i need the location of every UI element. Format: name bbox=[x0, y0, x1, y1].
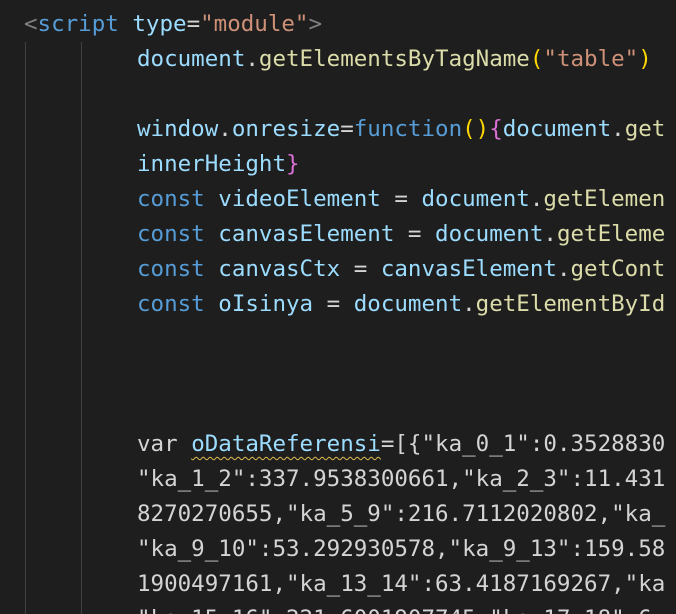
token-string: "table" bbox=[543, 46, 639, 72]
token-function: getCont bbox=[570, 256, 666, 282]
token-dot: . bbox=[218, 116, 232, 142]
token-keyword: var bbox=[137, 431, 178, 457]
token-identifier: canvasElement bbox=[218, 221, 395, 247]
token-identifier: document bbox=[353, 291, 463, 317]
token-string: "module" bbox=[200, 11, 309, 37]
token-bracket: > bbox=[308, 11, 323, 37]
token-keyword: const bbox=[137, 186, 205, 212]
token-paren: ( bbox=[529, 46, 544, 72]
token-equals: = bbox=[186, 11, 201, 37]
token-equals: = bbox=[340, 116, 354, 142]
token-brace: } bbox=[286, 151, 300, 177]
token-function: getElementsByTagName bbox=[258, 46, 530, 72]
token-equals: = bbox=[394, 221, 436, 247]
code-line-17[interactable]: 1900497161,"ka_13_14":63.4187169267,"ka bbox=[0, 567, 676, 602]
token-attribute: type bbox=[132, 11, 187, 37]
token-identifier: oIsinya bbox=[218, 291, 314, 317]
token-data: 8270270655,"ka_5_9":216.7112020802,"ka_ bbox=[137, 501, 666, 527]
token-equals: = bbox=[380, 186, 422, 212]
token-identifier: document bbox=[137, 46, 246, 72]
token-keyword: const bbox=[137, 256, 205, 282]
code-line-11[interactable] bbox=[0, 357, 676, 392]
code-line-7[interactable]: const canvasElement = document.getEleme bbox=[0, 217, 676, 252]
token-dot: . bbox=[245, 46, 259, 72]
token-identifier: canvasCtx bbox=[218, 256, 341, 282]
code-line-9[interactable]: const oIsinya = document.getElementById bbox=[0, 287, 676, 322]
token-identifier: document bbox=[435, 221, 544, 247]
token-keyword: const bbox=[137, 221, 205, 247]
token-dot: . bbox=[556, 256, 571, 282]
token-equals: = bbox=[313, 291, 354, 317]
token-bracket: < bbox=[24, 11, 38, 37]
token-data: "ka_15_16":221.6001907745,"ka_17_18":6 bbox=[137, 606, 652, 614]
token-data: "ka_1_2":337.9538300661,"ka_2_3":11.431 bbox=[137, 466, 666, 492]
token-brace: { bbox=[489, 116, 503, 142]
code-line-18[interactable]: "ka_15_16":221.6001907745,"ka_17_18":6 bbox=[0, 602, 676, 614]
token-property: innerHeight bbox=[137, 151, 287, 177]
token-data: =[{"ka_0_1":0.3528830 bbox=[380, 431, 666, 457]
token-dot: . bbox=[543, 221, 557, 247]
code-line-14[interactable]: "ka_1_2":337.9538300661,"ka_2_3":11.431 bbox=[0, 462, 676, 497]
token-dot: . bbox=[611, 116, 625, 142]
token-function: getElemen bbox=[543, 186, 666, 212]
token-keyword: const bbox=[137, 291, 205, 317]
token-tag: script bbox=[37, 11, 119, 37]
token-paren: () bbox=[462, 116, 490, 142]
token-keyword: function bbox=[353, 116, 463, 142]
code-line-16[interactable]: "ka_9_10":53.292930578,"ka_9_13":159.58 bbox=[0, 532, 676, 567]
token-data: "ka_9_10":53.292930578,"ka_9_13":159.58 bbox=[137, 536, 666, 562]
token-identifier: document bbox=[421, 186, 530, 212]
token-identifier: videoElement bbox=[218, 186, 381, 212]
code-line-2[interactable]: document.getElementsByTagName("table") bbox=[0, 42, 676, 77]
code-line-3[interactable] bbox=[0, 77, 676, 112]
code-line-15[interactable]: 8270270655,"ka_5_9":216.7112020802,"ka_ bbox=[0, 497, 676, 532]
token-function: getEleme bbox=[556, 221, 666, 247]
code-line-1[interactable]: <script type="module"> bbox=[0, 7, 676, 42]
token-paren: ) bbox=[638, 46, 652, 72]
token-dot: . bbox=[462, 291, 476, 317]
code-line-12[interactable] bbox=[0, 392, 676, 427]
token-identifier: window bbox=[137, 116, 219, 142]
token-property: onresize bbox=[231, 116, 341, 142]
code-lines: <script type="module"> document.getEleme… bbox=[0, 7, 676, 614]
token-function: get bbox=[624, 116, 666, 142]
token-data: 1900497161,"ka_13_14":63.4187169267,"ka bbox=[137, 571, 666, 597]
token-identifier: document bbox=[502, 116, 612, 142]
code-line-4[interactable]: window.onresize=function(){document.get bbox=[0, 112, 676, 147]
code-line-5[interactable]: innerHeight} bbox=[0, 147, 676, 182]
code-line-13[interactable]: var oDataReferensi=[{"ka_0_1":0.3528830 bbox=[0, 427, 676, 462]
token-function: getElementById bbox=[475, 291, 666, 317]
code-line-10[interactable] bbox=[0, 322, 676, 357]
token-equals: = bbox=[340, 256, 381, 282]
code-editor[interactable]: <script type="module"> document.getEleme… bbox=[0, 0, 676, 614]
token-dot: . bbox=[529, 186, 544, 212]
code-line-8[interactable]: const canvasCtx = canvasElement.getCont bbox=[0, 252, 676, 287]
token-identifier: oDataReferensi bbox=[191, 431, 381, 457]
code-line-6[interactable]: const videoElement = document.getElemen bbox=[0, 182, 676, 217]
token-identifier: canvasElement bbox=[380, 256, 557, 282]
